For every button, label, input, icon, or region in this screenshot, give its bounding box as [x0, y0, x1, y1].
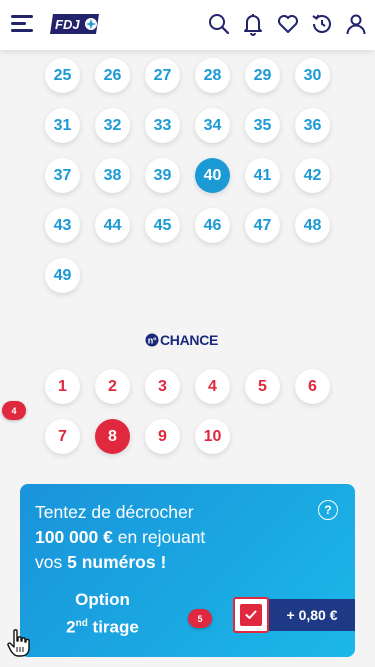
- number-ball-47[interactable]: 47: [245, 208, 280, 243]
- number-ball-25[interactable]: 25: [45, 58, 80, 93]
- option-label-line-1: Option: [75, 590, 130, 609]
- number-ball-37[interactable]: 37: [45, 158, 80, 193]
- promo-amount: 100 000 €: [35, 527, 113, 547]
- number-ball-40-selected[interactable]: 40: [195, 158, 230, 193]
- promo-line-3-bold: 5 numéros !: [67, 552, 167, 572]
- number-ball-31[interactable]: 31: [45, 108, 80, 143]
- number-ball-43[interactable]: 43: [45, 208, 80, 243]
- chance-ball-7[interactable]: 7: [45, 419, 80, 454]
- number-ball-48[interactable]: 48: [295, 208, 330, 243]
- help-icon[interactable]: ?: [318, 500, 338, 520]
- chance-ball-9[interactable]: 9: [145, 419, 180, 454]
- chance-ball-4[interactable]: 4: [195, 369, 230, 404]
- svg-text:n°: n°: [148, 336, 157, 346]
- promo-line-3-pre: vos: [35, 552, 68, 572]
- promo-line-2-rest: en rejouant: [112, 527, 206, 547]
- number-ball-28[interactable]: 28: [195, 58, 230, 93]
- step-marker-4: 4: [2, 401, 26, 420]
- step-marker-5: 5: [188, 609, 212, 628]
- number-ball-38[interactable]: 38: [95, 158, 130, 193]
- search-icon[interactable]: [207, 12, 231, 36]
- top-header: FDJ: [0, 0, 375, 50]
- number-ball-39[interactable]: 39: [145, 158, 180, 193]
- chance-ball-2[interactable]: 2: [95, 369, 130, 404]
- number-ball-32[interactable]: 32: [95, 108, 130, 143]
- option-label: Option 2nd tirage: [50, 588, 155, 640]
- bell-icon[interactable]: [241, 12, 265, 36]
- fdj-logo[interactable]: FDJ: [49, 13, 101, 35]
- chance-logo-text: CHANCE: [160, 332, 219, 348]
- user-icon[interactable]: [344, 12, 368, 36]
- number-ball-42[interactable]: 42: [295, 158, 330, 193]
- promo-line-1: Tentez de décrocher: [35, 502, 194, 522]
- number-ball-44[interactable]: 44: [95, 208, 130, 243]
- promo-line-2: 100 000 € en rejouant: [35, 525, 205, 550]
- chance-ball-3[interactable]: 3: [145, 369, 180, 404]
- promo-line-3: vos 5 numéros !: [35, 550, 205, 575]
- chance-ball-5[interactable]: 5: [245, 369, 280, 404]
- number-ball-29[interactable]: 29: [245, 58, 280, 93]
- number-ball-49[interactable]: 49: [45, 258, 80, 293]
- number-ball-26[interactable]: 26: [95, 58, 130, 93]
- chance-logo: n° CHANCE: [145, 332, 218, 348]
- option-price: + 0,80 €: [269, 599, 355, 631]
- chance-logo-badge-icon: n°: [145, 333, 159, 347]
- logo-text: FDJ: [55, 17, 80, 32]
- number-ball-36[interactable]: 36: [295, 108, 330, 143]
- number-ball-34[interactable]: 34: [195, 108, 230, 143]
- chance-ball-1[interactable]: 1: [45, 369, 80, 404]
- chance-ball-8-selected[interactable]: 8: [95, 419, 130, 454]
- chance-ball-6[interactable]: 6: [295, 369, 330, 404]
- number-ball-27[interactable]: 27: [145, 58, 180, 93]
- promo-text: Tentez de décrocher 100 000 € en rejouan…: [35, 500, 205, 575]
- number-ball-45[interactable]: 45: [145, 208, 180, 243]
- number-ball-33[interactable]: 33: [145, 108, 180, 143]
- number-ball-35[interactable]: 35: [245, 108, 280, 143]
- second-draw-checkbox[interactable]: [233, 597, 269, 633]
- number-ball-41[interactable]: 41: [245, 158, 280, 193]
- chance-ball-10[interactable]: 10: [195, 419, 230, 454]
- checkbox-checked-fill: [240, 604, 262, 626]
- second-draw-promo-card: Tentez de décrocher 100 000 € en rejouan…: [20, 484, 355, 657]
- hamburger-menu-icon[interactable]: [11, 15, 33, 33]
- number-ball-30[interactable]: 30: [295, 58, 330, 93]
- heart-icon[interactable]: [276, 12, 300, 36]
- option-label-line-2: 2nd tirage: [66, 617, 139, 637]
- checkmark-icon: [245, 610, 257, 619]
- hand-cursor-icon: [7, 629, 30, 657]
- number-ball-46[interactable]: 46: [195, 208, 230, 243]
- history-icon[interactable]: [310, 12, 334, 36]
